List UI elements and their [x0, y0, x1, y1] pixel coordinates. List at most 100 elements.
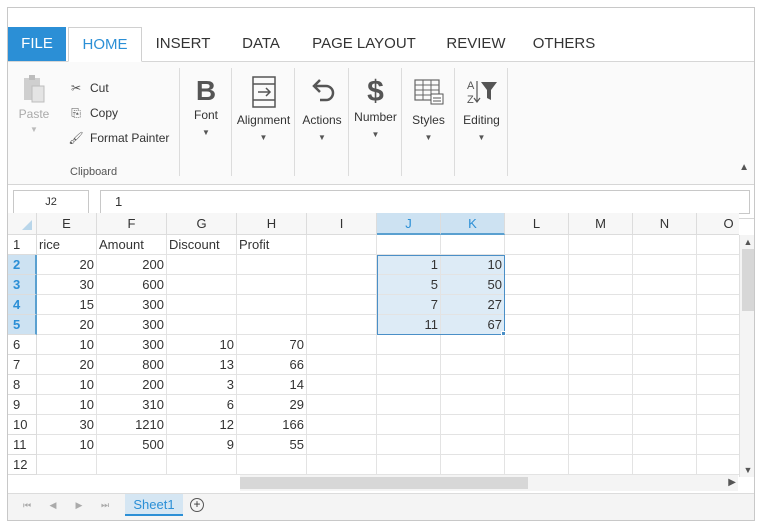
cell-o9[interactable] [697, 395, 739, 415]
cell-f8[interactable]: 200 [97, 375, 167, 395]
horizontal-scrollbar[interactable]: ▶ [240, 475, 738, 491]
cell-j1[interactable] [377, 235, 441, 255]
cell-m6[interactable] [569, 335, 633, 355]
row-header-8[interactable]: 8 [8, 375, 37, 395]
cell-m1[interactable] [569, 235, 633, 255]
column-header-l[interactable]: L [505, 213, 569, 235]
cell-i6[interactable] [307, 335, 377, 355]
cell-g12[interactable] [167, 455, 237, 475]
cell-h12[interactable] [237, 455, 307, 475]
cell-f10[interactable]: 1210 [97, 415, 167, 435]
cell-i9[interactable] [307, 395, 377, 415]
cell-l10[interactable] [505, 415, 569, 435]
tab-home[interactable]: HOME [68, 27, 142, 62]
cell-o3[interactable] [697, 275, 739, 295]
cell-m5[interactable] [569, 315, 633, 335]
cell-k7[interactable] [441, 355, 505, 375]
column-header-k[interactable]: K [441, 213, 505, 235]
cell-i12[interactable] [307, 455, 377, 475]
cell-m11[interactable] [569, 435, 633, 455]
cell-n11[interactable] [633, 435, 697, 455]
cell-n12[interactable] [633, 455, 697, 475]
cell-j9[interactable] [377, 395, 441, 415]
row-header-4[interactable]: 4 [8, 295, 37, 315]
cell-m8[interactable] [569, 375, 633, 395]
scroll-up-icon[interactable]: ▲ [740, 235, 754, 249]
cell-n8[interactable] [633, 375, 697, 395]
cell-n5[interactable] [633, 315, 697, 335]
cell-n1[interactable] [633, 235, 697, 255]
cell-l3[interactable] [505, 275, 569, 295]
row-header-11[interactable]: 11 [8, 435, 37, 455]
cell-g4[interactable] [167, 295, 237, 315]
first-sheet-icon[interactable]: ⏮ [20, 500, 34, 511]
cell-o6[interactable] [697, 335, 739, 355]
cell-g10[interactable]: 12 [167, 415, 237, 435]
tab-page-layout[interactable]: PAGE LAYOUT [304, 27, 424, 62]
next-sheet-icon[interactable]: ▶ [72, 500, 86, 511]
cell-f6[interactable]: 300 [97, 335, 167, 355]
cell-j3[interactable]: 5 [377, 275, 441, 295]
cell-g11[interactable]: 9 [167, 435, 237, 455]
cell-o5[interactable] [697, 315, 739, 335]
cell-o12[interactable] [697, 455, 739, 475]
cell-e11[interactable]: 10 [37, 435, 97, 455]
vertical-scrollbar[interactable]: ▲ ▼ [739, 235, 754, 477]
cell-j11[interactable] [377, 435, 441, 455]
cell-m2[interactable] [569, 255, 633, 275]
tab-insert[interactable]: INSERT [146, 27, 220, 62]
cell-i10[interactable] [307, 415, 377, 435]
cell-o8[interactable] [697, 375, 739, 395]
column-header-i[interactable]: I [307, 213, 377, 235]
cell-n4[interactable] [633, 295, 697, 315]
cell-k2[interactable]: 10 [441, 255, 505, 275]
add-sheet-icon[interactable]: + [190, 498, 204, 512]
cell-m12[interactable] [569, 455, 633, 475]
row-header-10[interactable]: 10 [8, 415, 37, 435]
cell-h8[interactable]: 14 [237, 375, 307, 395]
cell-j4[interactable]: 7 [377, 295, 441, 315]
cell-f7[interactable]: 800 [97, 355, 167, 375]
cell-k6[interactable] [441, 335, 505, 355]
collapse-ribbon-icon[interactable]: ▲ [739, 162, 749, 173]
number-button[interactable]: $ Number ▼ [349, 76, 402, 140]
cell-j10[interactable] [377, 415, 441, 435]
cell-m9[interactable] [569, 395, 633, 415]
row-header-2[interactable]: 2 [8, 255, 37, 275]
cell-j7[interactable] [377, 355, 441, 375]
cell-i11[interactable] [307, 435, 377, 455]
cell-f12[interactable] [97, 455, 167, 475]
cell-n3[interactable] [633, 275, 697, 295]
cell-h7[interactable]: 66 [237, 355, 307, 375]
cell-e10[interactable]: 30 [37, 415, 97, 435]
cell-i3[interactable] [307, 275, 377, 295]
paste-button[interactable]: Paste ▼ [16, 74, 52, 134]
cell-m7[interactable] [569, 355, 633, 375]
cell-j12[interactable] [377, 455, 441, 475]
cell-i7[interactable] [307, 355, 377, 375]
cell-e7[interactable]: 20 [37, 355, 97, 375]
cell-i1[interactable] [307, 235, 377, 255]
cell-i8[interactable] [307, 375, 377, 395]
scroll-right-icon[interactable]: ▶ [728, 475, 736, 491]
cell-g3[interactable] [167, 275, 237, 295]
cell-j2[interactable]: 1 [377, 255, 441, 275]
cell-h9[interactable]: 29 [237, 395, 307, 415]
cell-n7[interactable] [633, 355, 697, 375]
fill-handle[interactable] [501, 331, 506, 336]
select-all-corner[interactable] [8, 213, 37, 235]
cell-e2[interactable]: 20 [37, 255, 97, 275]
styles-button[interactable]: Styles ▼ [402, 76, 455, 142]
cell-f5[interactable]: 300 [97, 315, 167, 335]
row-header-5[interactable]: 5 [8, 315, 37, 335]
cell-k1[interactable] [441, 235, 505, 255]
cell-l8[interactable] [505, 375, 569, 395]
cell-l1[interactable] [505, 235, 569, 255]
cell-k11[interactable] [441, 435, 505, 455]
cell-e6[interactable]: 10 [37, 335, 97, 355]
cell-o1[interactable] [697, 235, 739, 255]
editing-button[interactable]: A Z Editing ▼ [455, 76, 508, 142]
cell-l12[interactable] [505, 455, 569, 475]
cell-l5[interactable] [505, 315, 569, 335]
cell-g7[interactable]: 13 [167, 355, 237, 375]
